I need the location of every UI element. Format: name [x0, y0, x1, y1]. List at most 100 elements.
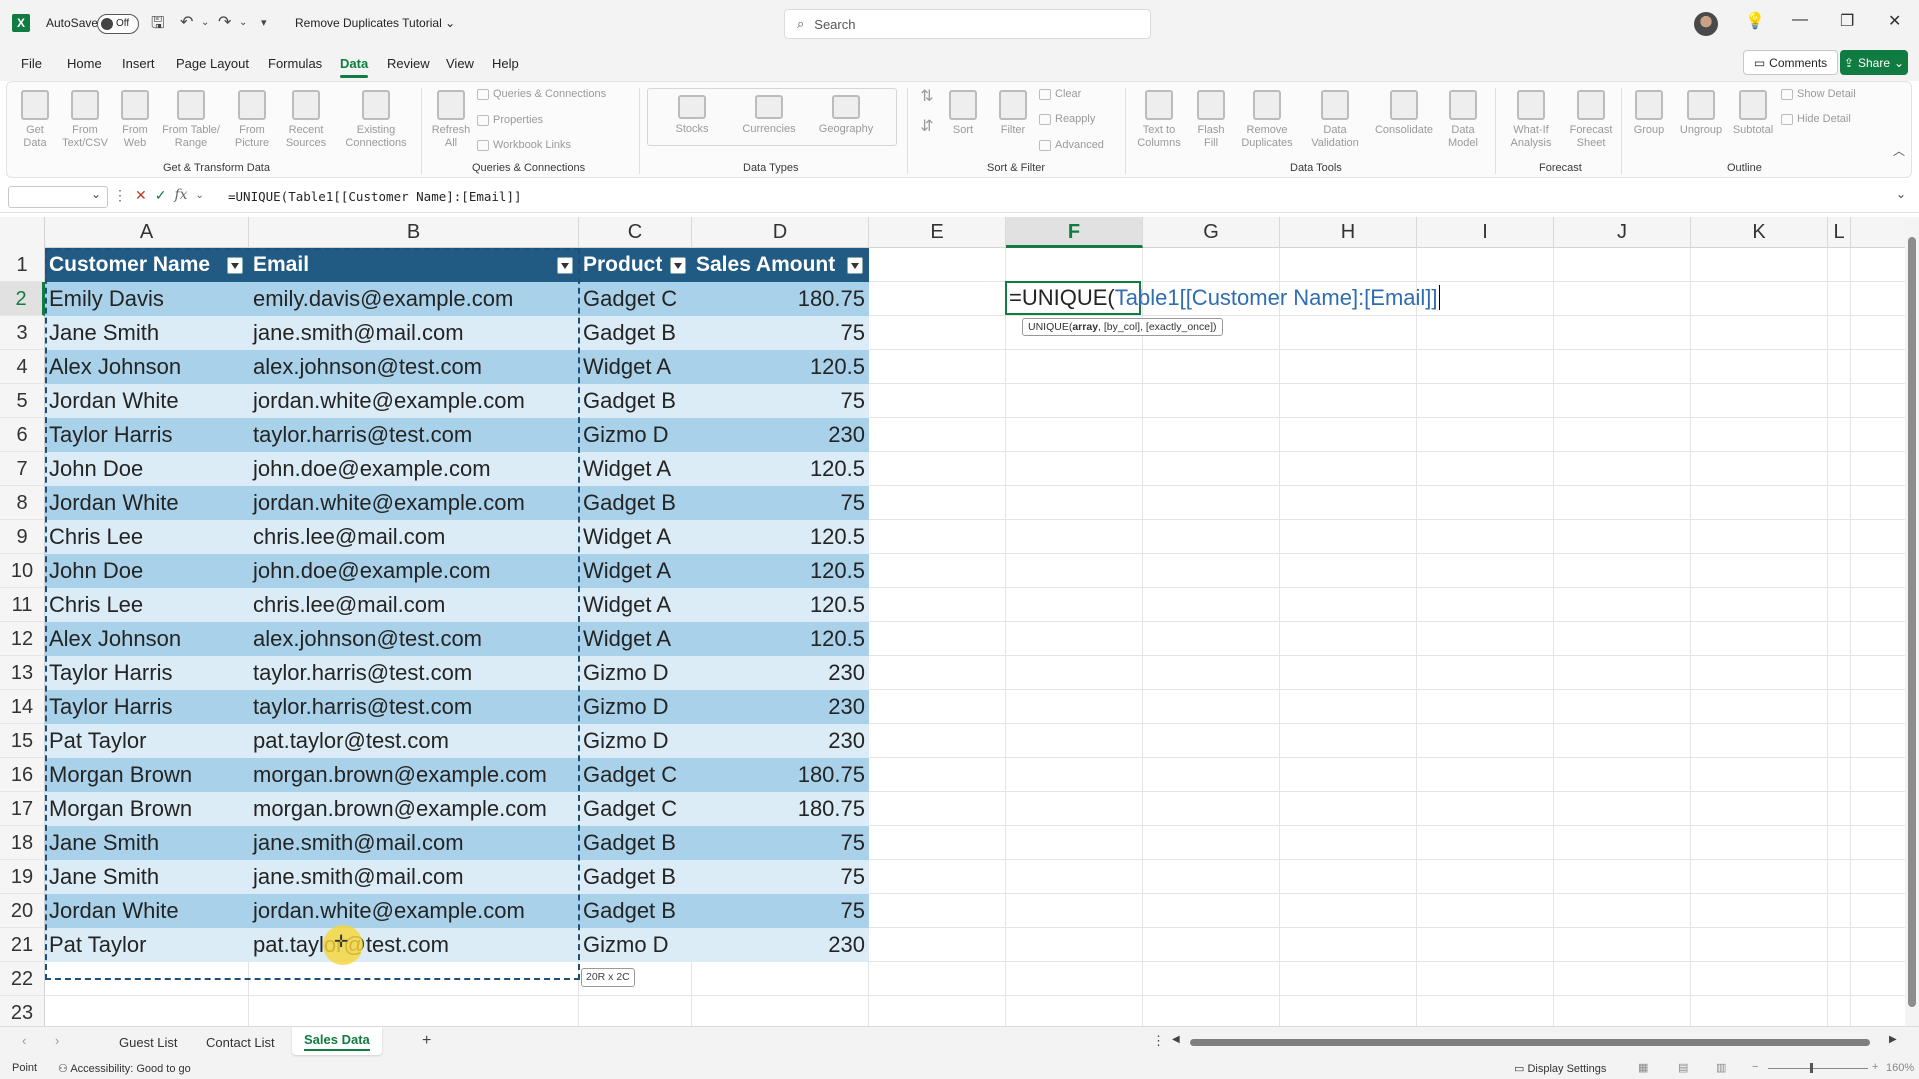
row-header-11[interactable]: 11	[0, 588, 45, 622]
cell-email[interactable]: john.doe@example.com	[249, 554, 579, 588]
row-header-14[interactable]: 14	[0, 690, 45, 724]
accessibility-status[interactable]: ⚇ Accessibility: Good to go	[58, 1062, 191, 1075]
redo-dropdown-icon[interactable]: ⌄	[239, 17, 247, 28]
cell-email[interactable]: chris.lee@mail.com	[249, 520, 579, 554]
cell-email[interactable]: taylor.harris@test.com	[249, 418, 579, 452]
row-header-13[interactable]: 13	[0, 656, 45, 690]
cell-sales-amount[interactable]: 75	[692, 860, 869, 894]
cell-sales-amount[interactable]: 230	[692, 724, 869, 758]
lightbulb-icon[interactable]: 💡	[1745, 11, 1765, 31]
cell-email[interactable]: john.doe@example.com	[249, 452, 579, 486]
cell-sales-amount[interactable]: 180.75	[692, 792, 869, 826]
tab-review[interactable]: Review	[387, 56, 430, 71]
column-header-e[interactable]: E	[869, 217, 1006, 248]
row-header-3[interactable]: 3	[0, 316, 45, 350]
cell-product[interactable]: Gizmo D	[579, 724, 692, 758]
cell-product[interactable]: Gadget B	[579, 860, 692, 894]
cell-email[interactable]: alex.johnson@test.com	[249, 350, 579, 384]
cell-product[interactable]: Gizmo D	[579, 656, 692, 690]
cell-email[interactable]: jane.smith@mail.com	[249, 316, 579, 350]
expand-formula-bar-icon[interactable]: ⌄	[1896, 187, 1906, 201]
sort-az-icon[interactable]: ⇅	[915, 89, 939, 105]
cell-customer-name[interactable]: Chris Lee	[45, 588, 249, 622]
tab-home[interactable]: Home	[67, 56, 102, 71]
document-title[interactable]: Remove Duplicates Tutorial ⌄	[295, 16, 455, 30]
cell-sales-amount[interactable]: 120.5	[692, 520, 869, 554]
close-icon[interactable]: ✕	[1888, 11, 1901, 31]
workbook-links-button[interactable]: Workbook Links	[477, 139, 571, 151]
hide-detail-button[interactable]: Hide Detail	[1781, 113, 1851, 125]
share-button[interactable]: ⇪ Share ⌄	[1840, 50, 1908, 75]
filter-dropdown-icon[interactable]	[557, 257, 573, 274]
cell-product[interactable]: Gadget B	[579, 894, 692, 928]
column-header-g[interactable]: G	[1143, 217, 1280, 248]
ungroup-button[interactable]: Ungroup	[1675, 90, 1727, 137]
cell-product[interactable]: Gadget B	[579, 486, 692, 520]
column-header-l[interactable]: L	[1828, 217, 1851, 248]
select-all-corner[interactable]	[0, 217, 45, 248]
properties-button[interactable]: Properties	[477, 114, 543, 126]
from-web-button[interactable]: From Web	[117, 90, 153, 150]
column-header-j[interactable]: J	[1554, 217, 1691, 248]
cell-sales-amount[interactable]: 75	[692, 826, 869, 860]
sheet-tab-contact-list[interactable]: Contact List	[206, 1035, 275, 1050]
cell-customer-name[interactable]: Jordan White	[45, 486, 249, 520]
cell-sales-amount[interactable]: 180.75	[692, 282, 869, 316]
customize-qat-icon[interactable]: ▾	[261, 16, 267, 29]
minimize-icon[interactable]: —	[1792, 11, 1808, 29]
cell-product[interactable]: Gizmo D	[579, 690, 692, 724]
column-header-f[interactable]: F	[1006, 217, 1143, 248]
column-header-c[interactable]: C	[579, 217, 692, 248]
horizontal-scroll-thumb[interactable]	[1190, 1039, 1870, 1046]
cell-email[interactable]: chris.lee@mail.com	[249, 588, 579, 622]
sheet-tab-guest-list[interactable]: Guest List	[119, 1035, 178, 1050]
filter-dropdown-icon[interactable]	[670, 257, 686, 274]
table-header-email[interactable]: Email	[249, 248, 579, 282]
row-header-21[interactable]: 21	[0, 928, 45, 962]
cell-product[interactable]: Widget A	[579, 452, 692, 486]
add-sheet-button[interactable]: +	[422, 1032, 431, 1050]
cell-customer-name[interactable]: Morgan Brown	[45, 758, 249, 792]
cell-product[interactable]: Gadget C	[579, 792, 692, 826]
remove-duplicates-button[interactable]: Remove Duplicates	[1237, 90, 1297, 150]
row-header-2[interactable]: 2	[0, 282, 45, 316]
cell-sales-amount[interactable]: 120.5	[692, 622, 869, 656]
row-header-15[interactable]: 15	[0, 724, 45, 758]
consolidate-button[interactable]: Consolidate	[1371, 90, 1437, 137]
zoom-slider[interactable]	[1768, 1068, 1868, 1069]
cell-customer-name[interactable]: John Doe	[45, 554, 249, 588]
currencies-button[interactable]: Currencies	[736, 95, 802, 136]
horizontal-scrollbar[interactable]	[1180, 1037, 1895, 1048]
cell-customer-name[interactable]: John Doe	[45, 452, 249, 486]
cell-sales-amount[interactable]: 75	[692, 486, 869, 520]
sheet-tab-sales-data[interactable]: Sales Data	[292, 1027, 382, 1055]
table-header-sales-amount[interactable]: Sales Amount	[692, 248, 869, 282]
cell-product[interactable]: Gadget B	[579, 826, 692, 860]
restore-icon[interactable]: ❐	[1840, 11, 1854, 31]
filter-button[interactable]: Filter	[997, 90, 1029, 137]
cell-customer-name[interactable]: Taylor Harris	[45, 418, 249, 452]
cell-customer-name[interactable]: Morgan Brown	[45, 792, 249, 826]
page-layout-view-icon[interactable]: ▤	[1678, 1061, 1688, 1074]
worksheet-grid[interactable]: ABCDEFGHIJKL 1 2 3 4 5 6 7 8 9 10 11 12 13 14 15 16 17 18…	[0, 217, 1919, 1026]
row-header-10[interactable]: 10	[0, 554, 45, 588]
in-cell-formula[interactable]: =UNIQUE(Table1[[Customer Name]:[Email]]	[1009, 282, 1440, 314]
forecast-sheet-button[interactable]: Forecast Sheet	[1565, 90, 1617, 150]
filter-dropdown-icon[interactable]	[847, 257, 863, 274]
tab-help[interactable]: Help	[492, 56, 519, 71]
normal-view-icon[interactable]: ▦	[1638, 1061, 1648, 1074]
data-types-gallery[interactable]: Stocks Currencies Geography	[647, 88, 897, 146]
cell-email[interactable]: jordan.white@example.com	[249, 486, 579, 520]
undo-dropdown-icon[interactable]: ⌄	[201, 17, 209, 28]
cell-product[interactable]: Gadget B	[579, 384, 692, 418]
cell-email[interactable]: morgan.brown@example.com	[249, 758, 579, 792]
data-validation-button[interactable]: Data Validation	[1305, 90, 1365, 150]
row-header-8[interactable]: 8	[0, 486, 45, 520]
queries-connections-button[interactable]: Queries & Connections	[477, 88, 606, 100]
cell-sales-amount[interactable]: 75	[692, 316, 869, 350]
comments-button[interactable]: ▭ Comments	[1743, 50, 1838, 75]
row-header-1[interactable]: 1	[0, 248, 45, 282]
cell-product[interactable]: Widget A	[579, 520, 692, 554]
autosave-toggle[interactable]: Off	[97, 14, 139, 34]
next-sheet-icon[interactable]: ›	[55, 1033, 59, 1048]
